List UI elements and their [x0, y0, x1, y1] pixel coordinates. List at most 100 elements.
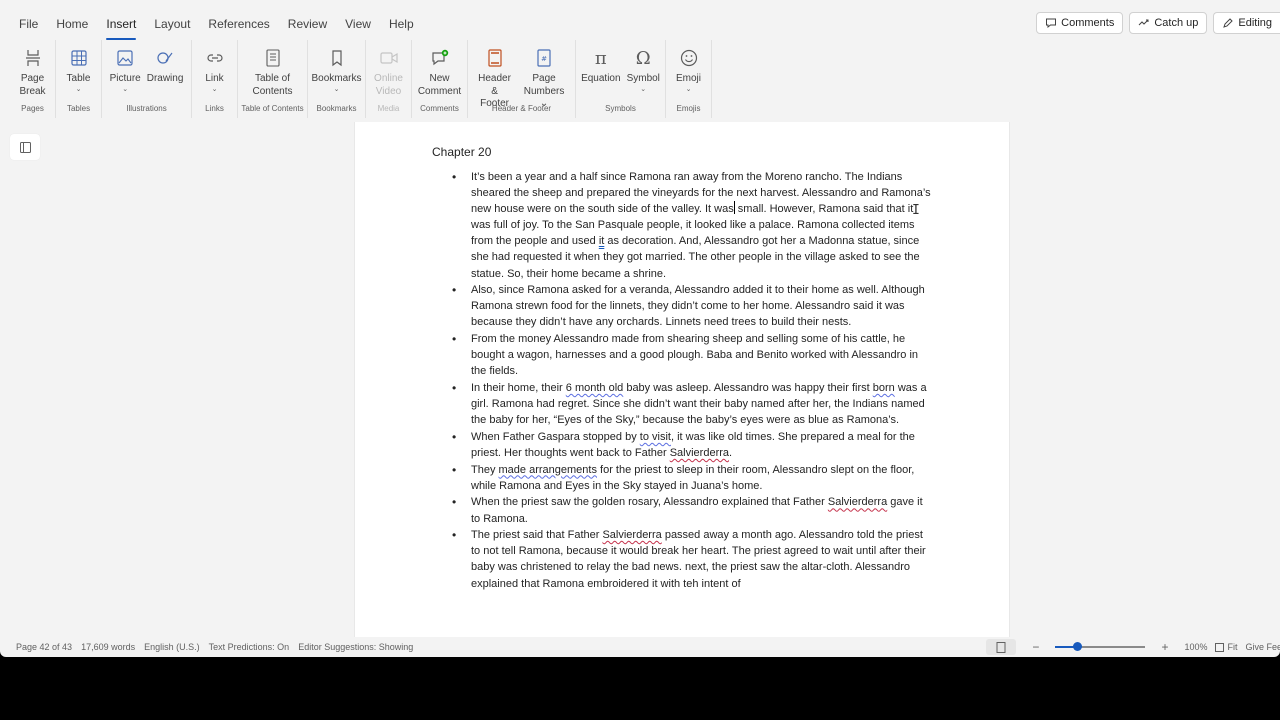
drawing-button[interactable]: Drawing: [144, 40, 187, 102]
toc-group: Table of Contents Table of Contents: [238, 40, 308, 118]
table-button[interactable]: Table ⌄: [61, 40, 97, 102]
page-numbers-button[interactable]: # Page Numbers ⌄: [517, 40, 571, 109]
link-icon: [205, 48, 225, 68]
tab-home[interactable]: Home: [47, 12, 97, 36]
links-group: Link ⌄ Links: [192, 40, 238, 118]
header-footer-group-label: Header & Footer: [491, 104, 552, 113]
chevron-down-icon: ⌄: [211, 85, 218, 93]
emoji-button[interactable]: Emoji ⌄: [671, 40, 707, 102]
new-comment-button[interactable]: New Comment: [415, 40, 464, 102]
picture-button[interactable]: Picture ⌄: [107, 40, 144, 102]
tab-references[interactable]: References: [199, 12, 278, 36]
language-status[interactable]: English (U.S.): [144, 642, 200, 652]
toc-group-label: Table of Contents: [241, 104, 304, 113]
word-count[interactable]: 17,609 words: [81, 642, 135, 652]
drawing-label: Drawing: [146, 73, 184, 84]
emojis-group-label: Emojis: [676, 104, 701, 113]
bookmarks-label: Bookmarks: [311, 73, 362, 84]
link-label: Link: [205, 73, 224, 84]
fit-button[interactable]: Fit: [1215, 642, 1237, 652]
fit-icon: [1215, 642, 1225, 652]
text-predictions-status[interactable]: Text Predictions: On: [209, 642, 290, 652]
navigation-pane-button[interactable]: [10, 134, 40, 160]
equation-button[interactable]: π Equation: [578, 40, 623, 102]
table-of-contents-icon: [263, 48, 283, 68]
online-video-label: Online Video: [374, 73, 403, 97]
header-footer-button[interactable]: Header & Footer: [472, 40, 517, 109]
illustrations-group-label: Illustrations: [126, 104, 167, 113]
editing-mode-button[interactable]: Editing: [1213, 12, 1280, 34]
catch-up-label: Catch up: [1154, 17, 1199, 29]
chevron-down-icon: ⌄: [685, 85, 692, 93]
word-window: File Home Insert Layout References Revie…: [0, 0, 1280, 657]
print-layout-button[interactable]: [986, 639, 1017, 655]
tab-layout[interactable]: Layout: [145, 12, 199, 36]
new-comment-icon: [430, 48, 450, 68]
ribbon: Page Break Pages Table ⌄ Tables Picture: [0, 40, 1280, 120]
comments-group-label: Comments: [420, 104, 459, 113]
comments-label: Comments: [1061, 17, 1115, 29]
table-of-contents-label: Table of Contents: [252, 73, 293, 97]
page-break-button[interactable]: Page Break: [15, 40, 51, 102]
list-item: From the money Alessandro made from shea…: [452, 331, 933, 379]
online-video-button[interactable]: Online Video: [371, 40, 407, 102]
editor-suggestions-status[interactable]: Editor Suggestions: Showing: [298, 642, 413, 652]
comment-icon: [1046, 18, 1057, 29]
list-item: It’s been a year and a half since Ramona…: [452, 169, 933, 282]
tab-review[interactable]: Review: [279, 12, 336, 36]
panel-icon: [19, 141, 31, 153]
page-numbers-icon: #: [534, 48, 554, 68]
media-group: Online Video Media: [366, 40, 412, 118]
links-group-label: Links: [205, 104, 224, 113]
chevron-down-icon: ⌄: [122, 85, 129, 93]
give-feedback-button[interactable]: Give Fee: [1245, 642, 1280, 652]
pages-group: Page Break Pages: [10, 40, 56, 118]
link-button[interactable]: Link ⌄: [197, 40, 233, 102]
bookmarks-group: Bookmarks ⌄ Bookmarks: [308, 40, 366, 118]
symbols-group-label: Symbols: [605, 104, 636, 113]
catch-up-button[interactable]: Catch up: [1129, 12, 1208, 34]
document-page[interactable]: Chapter 20 It’s been a year and a half s…: [354, 122, 1010, 637]
symbols-group: π Equation Ω Symbol ⌄ Symbols: [576, 40, 666, 118]
tab-file[interactable]: File: [10, 12, 47, 36]
chevron-down-icon: ⌄: [640, 85, 647, 93]
media-group-label: Media: [377, 104, 400, 113]
page-layout-icon: [996, 641, 1006, 653]
comments-button[interactable]: Comments: [1036, 12, 1124, 34]
list-item: When Father Gaspara stopped by to visit,…: [452, 429, 933, 461]
bookmarks-button[interactable]: Bookmarks ⌄: [309, 40, 365, 102]
zoom-slider[interactable]: [1055, 642, 1146, 651]
svg-text:#: #: [541, 55, 547, 63]
pencil-icon: [1223, 18, 1234, 28]
zoom-slider-thumb[interactable]: [1073, 642, 1083, 651]
table-of-contents-button[interactable]: Table of Contents: [249, 40, 295, 102]
chapter-heading: Chapter 20: [432, 145, 492, 159]
zoom-in-button[interactable]: +: [1153, 640, 1176, 654]
list-item: Also, since Ramona asked for a veranda, …: [452, 282, 933, 330]
symbol-button[interactable]: Ω Symbol ⌄: [624, 40, 663, 102]
page-count[interactable]: Page 42 of 43: [16, 642, 72, 652]
editing-label: Editing: [1238, 17, 1272, 29]
list-item: In their home, their 6 month old baby wa…: [452, 380, 933, 428]
list-item: When the priest saw the golden rosary, A…: [452, 494, 933, 526]
zoom-level[interactable]: 100%: [1184, 642, 1207, 652]
chevron-down-icon: ⌄: [75, 85, 82, 93]
tab-insert[interactable]: Insert: [97, 12, 145, 40]
emojis-group: Emoji ⌄ Emojis: [666, 40, 712, 118]
smiley-icon: [679, 48, 699, 68]
chevron-down-icon: ⌄: [333, 85, 340, 93]
tab-view[interactable]: View: [336, 12, 380, 36]
comments-group: New Comment Comments: [412, 40, 468, 118]
picture-icon: [115, 48, 135, 68]
tab-help[interactable]: Help: [380, 12, 423, 36]
video-icon: [379, 48, 399, 68]
omega-icon: Ω: [635, 47, 651, 69]
equation-label: Equation: [581, 73, 621, 84]
zoom-out-button[interactable]: −: [1024, 640, 1047, 654]
pi-icon: π: [594, 47, 607, 69]
pages-group-label: Pages: [21, 104, 44, 113]
picture-label: Picture: [109, 73, 141, 84]
header-footer-icon: [485, 48, 505, 68]
page-break-label: Page Break: [19, 73, 46, 97]
header-footer-group: Header & Footer # Page Numbers ⌄ Header …: [468, 40, 576, 118]
